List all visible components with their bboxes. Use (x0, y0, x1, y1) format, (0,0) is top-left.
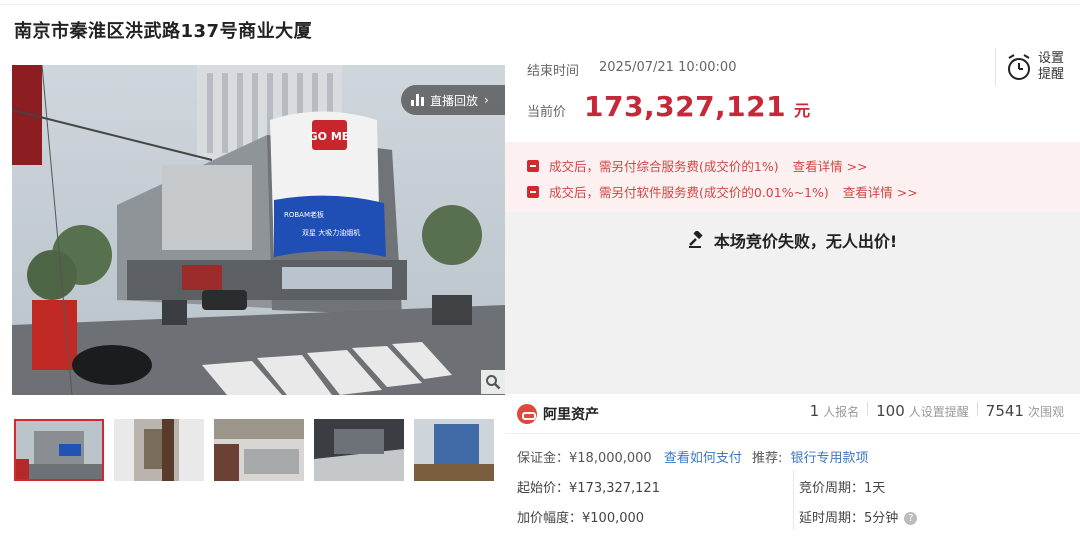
alarm-clock-icon (1008, 54, 1030, 80)
notice-icon (527, 159, 539, 172)
platform-row: 阿里资产 1 人报名 100 人设置提醒 7541 次围观 (505, 394, 1080, 434)
auction-status-box: 本场竞价失败，无人出价! (505, 212, 1080, 394)
ali-asset-logo: 阿里资产 (517, 404, 599, 424)
views-count: 7541 (985, 402, 1024, 420)
current-price-value: 173,327,121 (584, 90, 787, 123)
reminders-count: 100 (876, 402, 905, 420)
notice-row-1: 成交后，需另付综合服务费(成交价的1%) 查看详情 >> (527, 156, 868, 175)
auction-stats: 1 人报名 100 人设置提醒 7541 次围观 (810, 402, 1064, 420)
delay-cycle-row: 延时周期：5分钟? (799, 507, 918, 526)
bank-funds-link[interactable]: 银行专用款项 (791, 451, 869, 466)
ali-asset-logo-icon (517, 404, 537, 424)
how-to-pay-link[interactable]: 查看如何支付 (664, 451, 742, 466)
fee-notice-box: 成交后，需另付综合服务费(成交价的1%) 查看详情 >> 成交后，需另付软件服务… (505, 142, 1080, 212)
building-sign: GO ME (309, 130, 350, 143)
thumbnail-strip (12, 419, 505, 481)
bid-increment: 加价幅度：¥100,000 (517, 511, 645, 526)
bar-chart-icon (411, 94, 424, 106)
auction-fail-message: 本场竞价失败，无人出价! (505, 228, 1080, 252)
deposit-text: 保证金：¥18,000,000 (517, 451, 652, 466)
end-time-row: 结束时间 2025/07/21 10:00:00 (527, 60, 736, 79)
thumbnail-3[interactable] (214, 419, 304, 481)
notice-detail-link-2[interactable]: 查看详情 >> (843, 182, 918, 201)
help-icon[interactable]: ? (904, 512, 918, 525)
start-price: 起始价：¥173,327,121 (517, 481, 660, 496)
notice-detail-link-1[interactable]: 查看详情 >> (793, 156, 868, 175)
price-unit: 元 (794, 101, 811, 120)
bidding-cycle: 竞价周期：1天 (799, 481, 886, 496)
platform-name: 阿里资产 (543, 407, 599, 423)
end-time-value: 2025/07/21 10:00:00 (599, 60, 737, 75)
notice-text-1: 成交后，需另付综合服务费(成交价的1%) (549, 159, 779, 174)
delay-cycle: 延时周期：5分钟 (799, 511, 899, 526)
set-reminder-label: 设置提醒 (1038, 51, 1065, 82)
views-label: 次围观 (1027, 405, 1064, 419)
notice-text-2: 成交后，需另付软件服务费(成交价的0.01%~1%) (549, 185, 829, 200)
reminders-label: 人设置提醒 (908, 405, 969, 419)
gavel-icon (688, 231, 703, 248)
recommend-label: 推荐: (752, 451, 783, 466)
current-price-label: 当前价 (527, 105, 567, 120)
thumbnail-4[interactable] (314, 419, 404, 481)
set-reminder-button[interactable]: 设置提醒 (995, 48, 1070, 86)
details-divider (793, 470, 794, 530)
notice-icon (527, 185, 539, 198)
live-replay-label: 直播回放 (430, 93, 479, 108)
billboard-brand: ROBAM老板 (284, 210, 324, 219)
page-title: 南京市秦淮区洪武路137号商业大厦 (14, 21, 313, 42)
chevron-right-icon: › (484, 93, 489, 107)
signups-count: 1 (809, 402, 820, 420)
thumbnail-1[interactable] (14, 419, 104, 481)
live-replay-button[interactable]: 直播回放 › (401, 85, 505, 115)
stats-divider (976, 402, 978, 416)
signups-label: 人报名 (823, 405, 860, 419)
deposit-row: 保证金：¥18,000,000 查看如何支付 推荐: 银行专用款项 (517, 447, 869, 466)
fail-message-text: 本场竞价失败，无人出价! (713, 232, 898, 251)
stats-divider (867, 402, 869, 416)
end-time-label: 结束时间 (527, 64, 580, 79)
billboard-text: 双星 大吸力油烟机 (302, 228, 360, 237)
magnifier-icon[interactable] (481, 370, 505, 394)
thumbnail-5[interactable] (414, 419, 494, 481)
top-divider (0, 4, 1080, 5)
current-price-row: 当前价 173,327,121 元 (527, 90, 810, 123)
notice-row-2: 成交后，需另付软件服务费(成交价的0.01%~1%) 查看详情 >> (527, 182, 918, 201)
thumbnail-2[interactable] (114, 419, 204, 481)
